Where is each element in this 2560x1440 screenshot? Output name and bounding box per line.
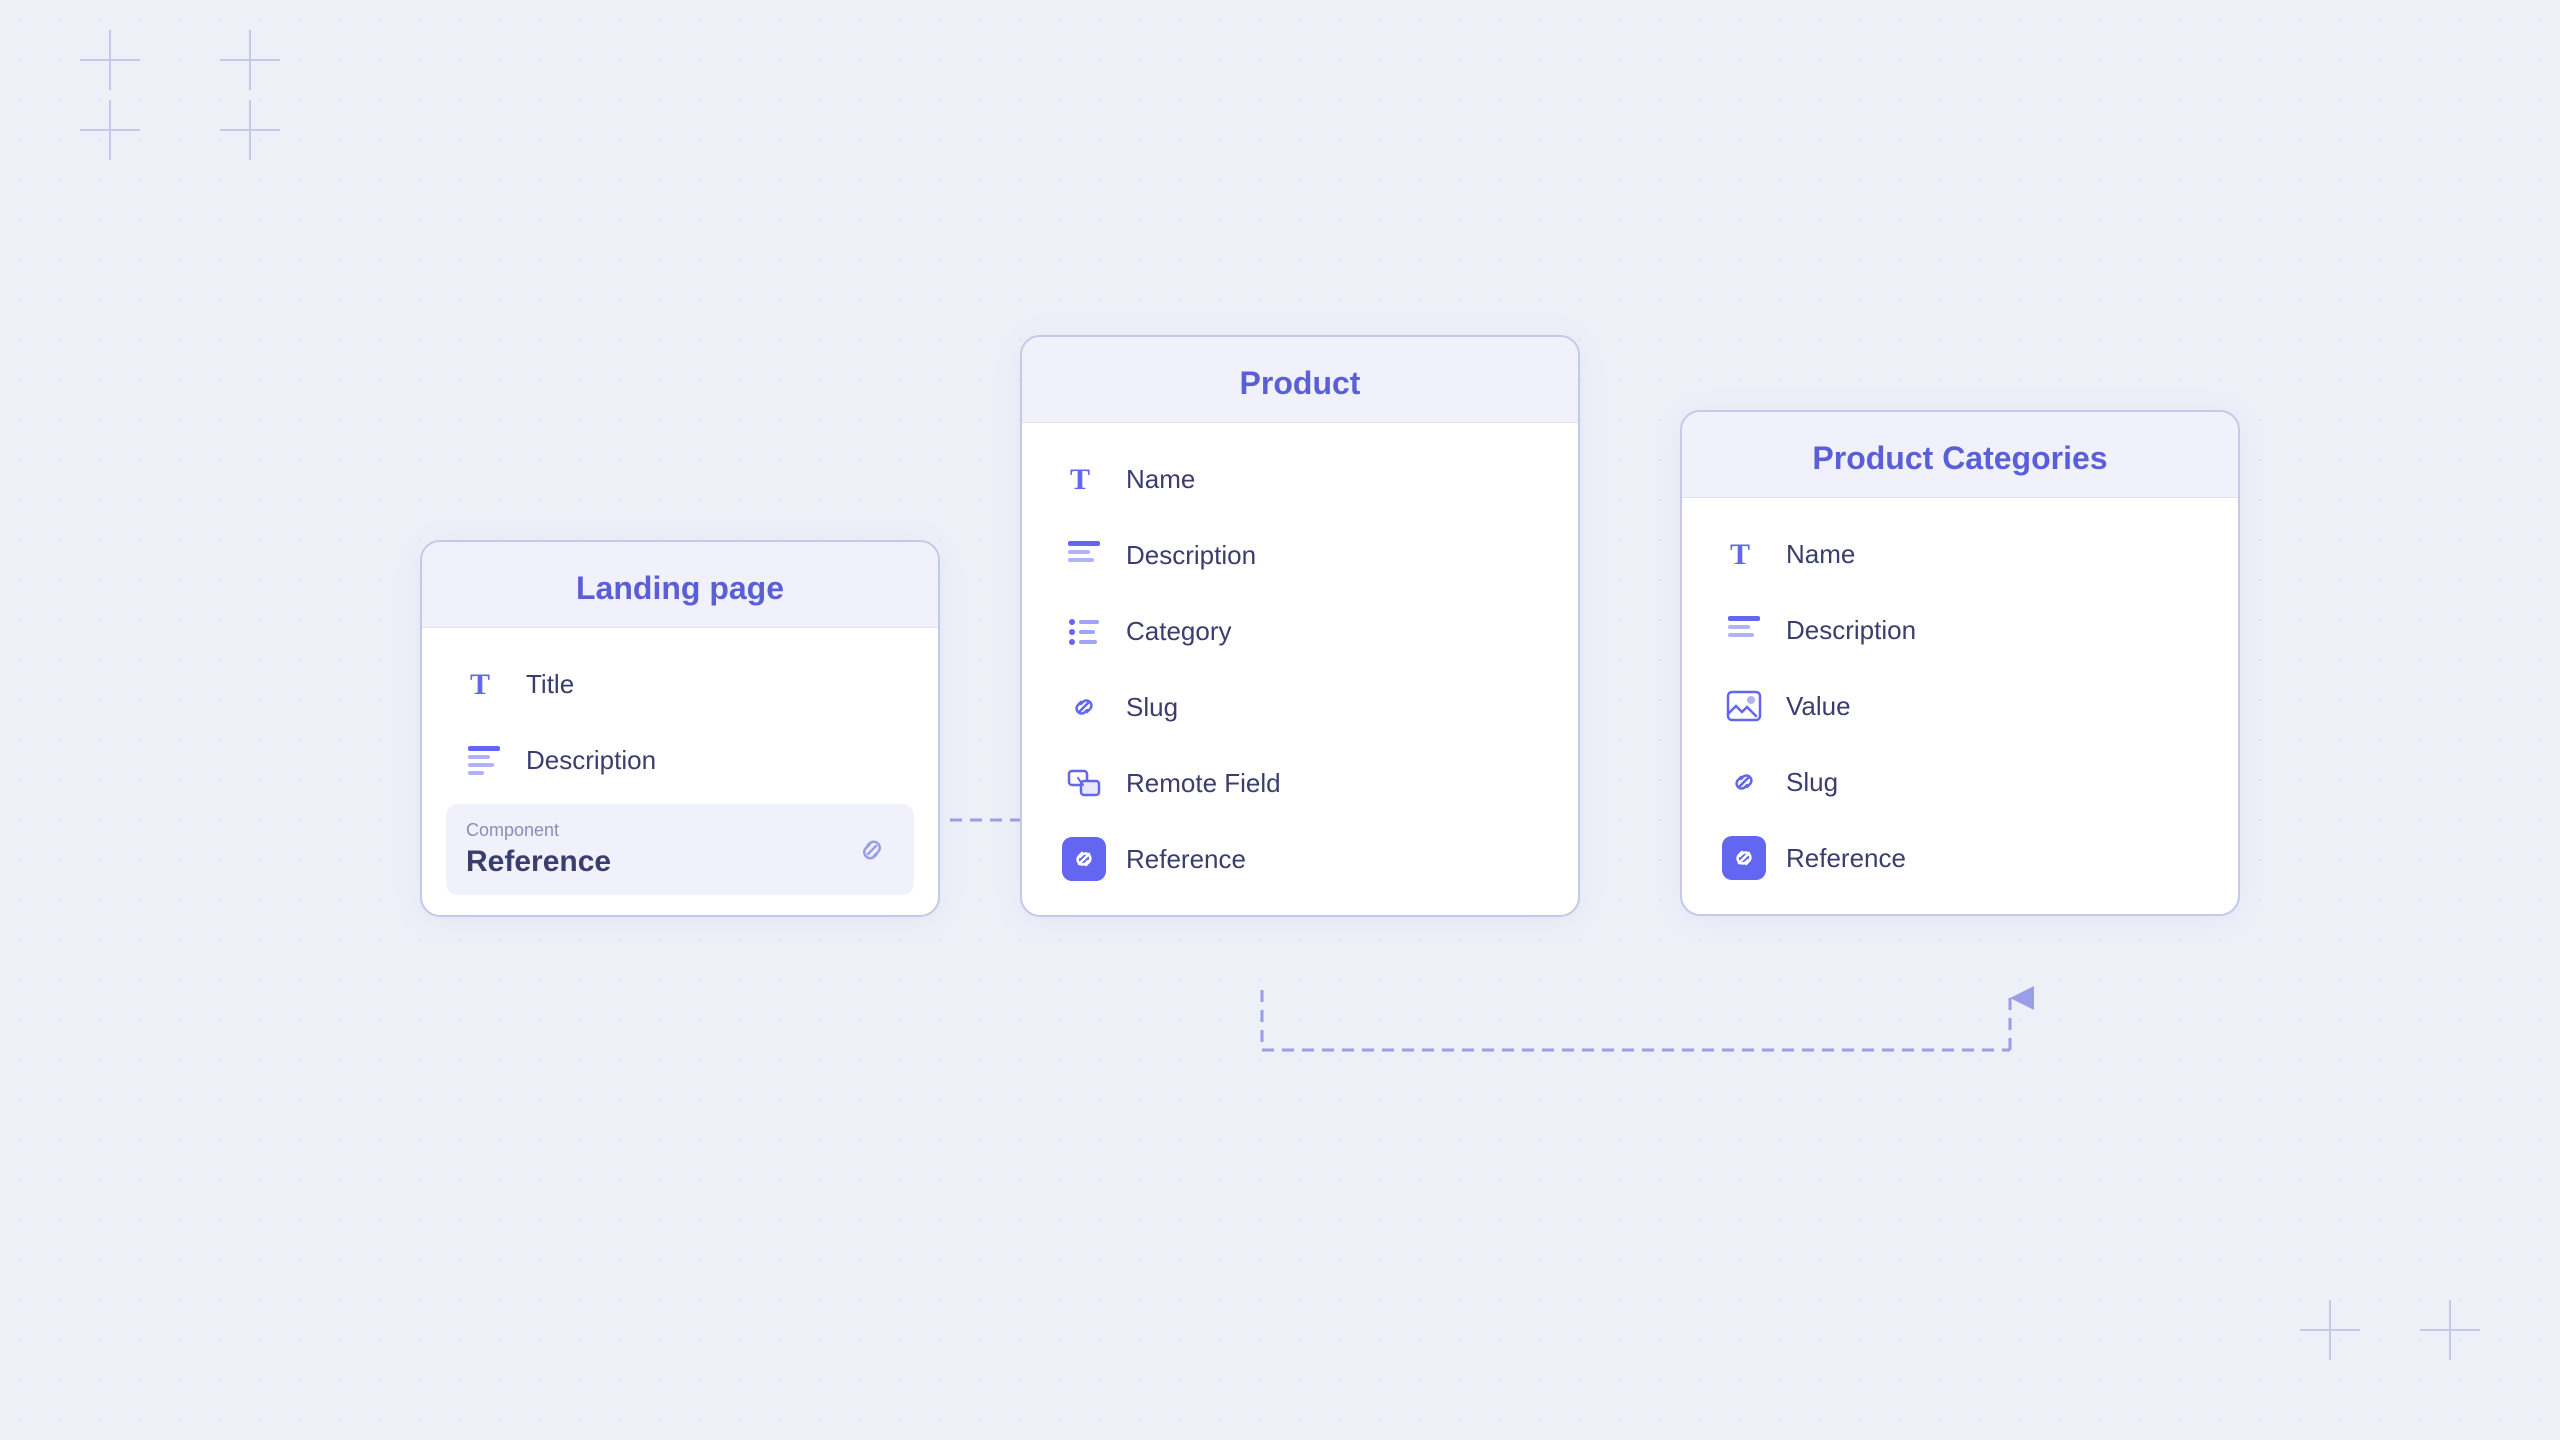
cat-label-value: Value <box>1786 691 1851 722</box>
landing-page-card: Landing page T Title Description <box>420 540 940 917</box>
product-field-remote: Remote Field <box>1046 747 1554 819</box>
text-icon: T <box>1722 532 1766 576</box>
landing-page-title: Landing page <box>422 542 938 628</box>
field-label-reference: Reference <box>1126 844 1246 875</box>
product-categories-title: Product Categories <box>1682 412 2238 498</box>
product-field-description: Description <box>1046 519 1554 591</box>
text-icon: T <box>462 662 506 706</box>
product-categories-card: Product Categories T Name Description <box>1680 410 2240 916</box>
product-field-category: Category <box>1046 595 1554 667</box>
field-label-name: Name <box>1126 464 1195 495</box>
cat-field-slug: Slug <box>1706 746 2214 818</box>
product-title: Product <box>1022 337 1578 423</box>
product-field-name: T Name <box>1046 443 1554 515</box>
component-label: Component <box>466 820 611 841</box>
svg-text:T: T <box>470 668 490 701</box>
field-label-slug: Slug <box>1126 692 1178 723</box>
field-row-description: Description <box>446 724 914 796</box>
reference-icon-active <box>1062 837 1106 881</box>
product-field-slug: Slug <box>1046 671 1554 743</box>
link-icon <box>850 828 894 872</box>
cross-decoration <box>2420 1300 2480 1360</box>
component-reference-field: Component Reference <box>446 804 914 895</box>
field-label-remote: Remote Field <box>1126 768 1281 799</box>
cat-label-reference: Reference <box>1786 843 1906 874</box>
field-label-category: Category <box>1126 616 1232 647</box>
product-card: Product T Name Description <box>1020 335 1580 917</box>
svg-text:T: T <box>1070 463 1090 496</box>
cross-decoration <box>220 100 280 160</box>
product-field-reference: Reference <box>1046 823 1554 895</box>
cat-field-description: Description <box>1706 594 2214 666</box>
reference-icon-active <box>1722 836 1766 880</box>
svg-text:T: T <box>1730 538 1750 571</box>
remote-icon <box>1062 761 1106 805</box>
cross-decoration <box>80 30 140 90</box>
list-icon <box>1062 609 1106 653</box>
cross-decoration <box>220 30 280 90</box>
field-label-title: Title <box>526 669 574 700</box>
rich-text-icon <box>1062 533 1106 577</box>
reference-value: Reference <box>466 845 611 879</box>
field-label-description: Description <box>526 745 656 776</box>
rich-text-icon <box>462 738 506 782</box>
cat-label-name: Name <box>1786 539 1855 570</box>
field-row-title: T Title <box>446 648 914 720</box>
cat-field-value: Value <box>1706 670 2214 742</box>
cat-field-name: T Name <box>1706 518 2214 590</box>
field-label-description: Description <box>1126 540 1256 571</box>
cross-decoration <box>80 100 140 160</box>
rich-text-icon <box>1722 608 1766 652</box>
cat-field-reference: Reference <box>1706 822 2214 894</box>
cross-decoration <box>2300 1300 2360 1360</box>
slug-icon <box>1062 685 1106 729</box>
cat-label-slug: Slug <box>1786 767 1838 798</box>
cat-label-description: Description <box>1786 615 1916 646</box>
media-icon <box>1722 684 1766 728</box>
slug-icon <box>1722 760 1766 804</box>
text-icon: T <box>1062 457 1106 501</box>
